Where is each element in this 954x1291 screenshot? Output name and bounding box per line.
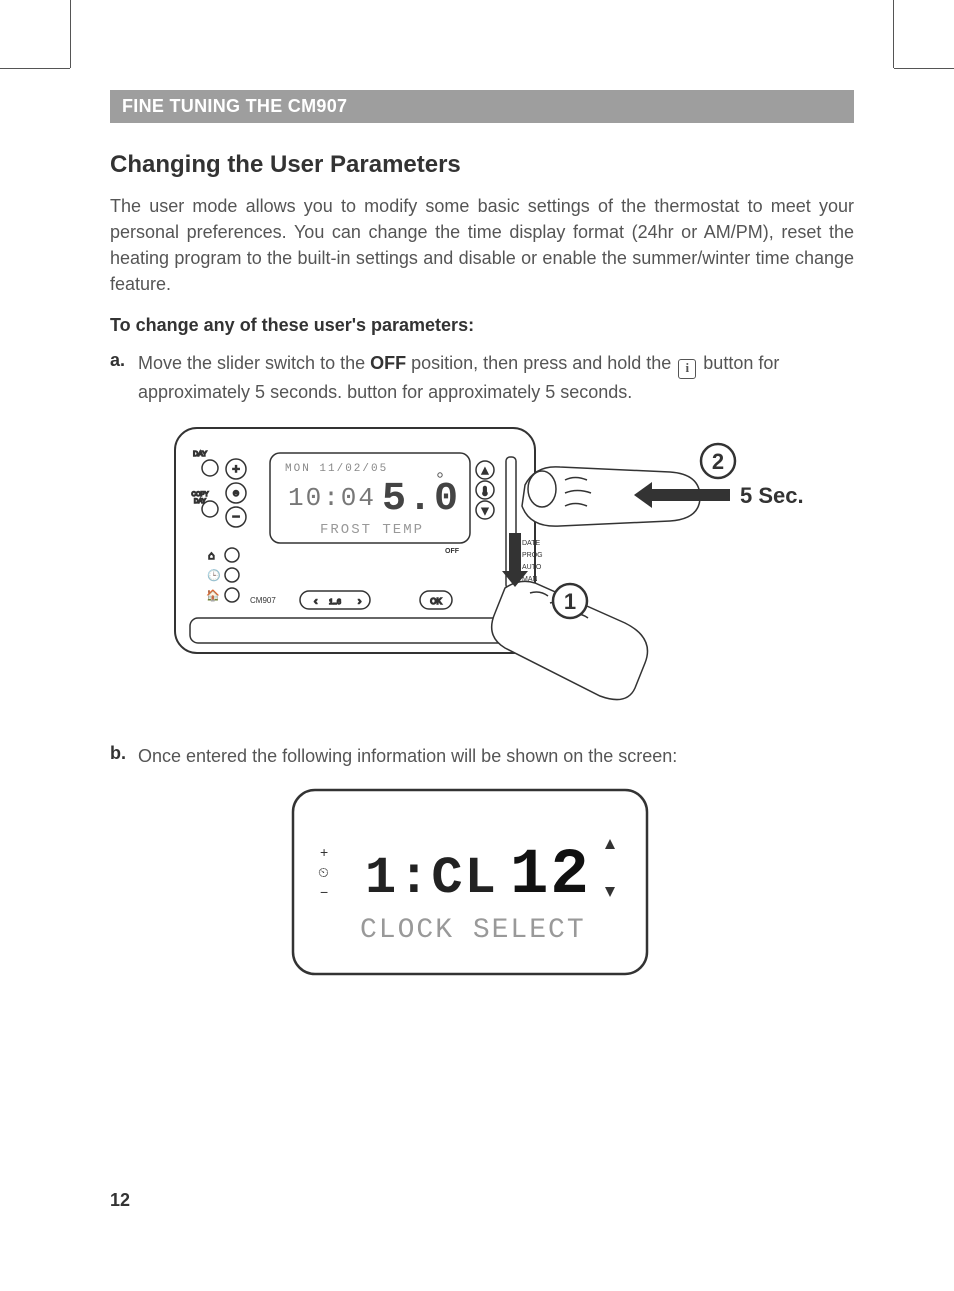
svg-text:+: + (232, 461, 240, 476)
subheading: To change any of these user's parameters… (110, 315, 854, 336)
svg-text:1: 1 (564, 589, 576, 614)
slider-label-auto: AUTO (522, 564, 542, 571)
model-label: CM907 (250, 596, 276, 605)
label-day2: DAY (194, 499, 206, 505)
svg-text:−: − (320, 884, 328, 900)
slider-label-date: DATE (522, 540, 540, 547)
lcd-temp: 5.0 (382, 477, 460, 522)
lcd-value: 12 (510, 840, 591, 912)
info-icon: i (678, 359, 696, 379)
callout-2: 2 (701, 444, 735, 478)
page-number: 12 (110, 1190, 130, 1211)
duration-label: 5 Sec. (740, 483, 804, 508)
svg-text:−: − (232, 509, 240, 524)
section-bar: FINE TUNING THE CM907 (110, 90, 854, 123)
svg-text:⌂: ⌂ (208, 550, 215, 562)
svg-text:🕒: 🕒 (207, 569, 221, 582)
prog-range: 1..6 (329, 599, 341, 606)
intro-paragraph: The user mode allows you to modify some … (110, 193, 854, 297)
svg-text:⏲: ⏲ (233, 489, 239, 498)
step-b-marker: b. (110, 743, 138, 769)
svg-text:+: + (320, 844, 328, 860)
figure-2: + ⏲ − 1:CL 12 CLOCK SELECT (290, 787, 854, 977)
lcd-bottom: FROST TEMP (320, 522, 424, 538)
figure-1: DAY COPY DAY + ⏲ − ⌂ 🕒 🏠 M (170, 423, 854, 713)
svg-text:2: 2 (712, 449, 724, 474)
page-title: Changing the User Parameters (110, 151, 854, 179)
step-a: a. Move the slider switch to the OFF pos… (110, 350, 854, 405)
step-a-pre: Move the slider switch to the (138, 353, 370, 373)
svg-text:🏠: 🏠 (206, 589, 220, 602)
svg-text:›: › (358, 596, 361, 607)
lcd-code: 1:CL (365, 849, 498, 908)
step-a-marker: a. (110, 350, 138, 405)
ok-label: OK (430, 597, 442, 606)
step-a-mid: position, then press and hold the (406, 353, 676, 373)
label-copy: COPY (191, 492, 208, 498)
svg-text:⏲: ⏲ (318, 864, 329, 880)
step-b-text: Once entered the following information w… (138, 743, 677, 769)
svg-text:▼: ▼ (480, 506, 490, 517)
slider-label-prog: PROG (522, 552, 543, 559)
step-a-text: Move the slider switch to the OFF positi… (138, 350, 854, 405)
label-day: DAY (193, 451, 207, 458)
off-word: OFF (370, 353, 406, 373)
lcd-time: 10:04 (288, 483, 376, 513)
step-b: b. Once entered the following informatio… (110, 743, 854, 769)
svg-text:‹: ‹ (314, 596, 317, 607)
lcd-top: MON 11/02/05 (285, 463, 388, 475)
lcd-bottom-select: CLOCK SELECT (360, 915, 586, 946)
svg-text:▲: ▲ (480, 466, 490, 477)
lcd-mode: OFF (445, 548, 460, 555)
callout-1: 1 (553, 584, 587, 618)
svg-text:🌡: 🌡 (479, 486, 490, 496)
